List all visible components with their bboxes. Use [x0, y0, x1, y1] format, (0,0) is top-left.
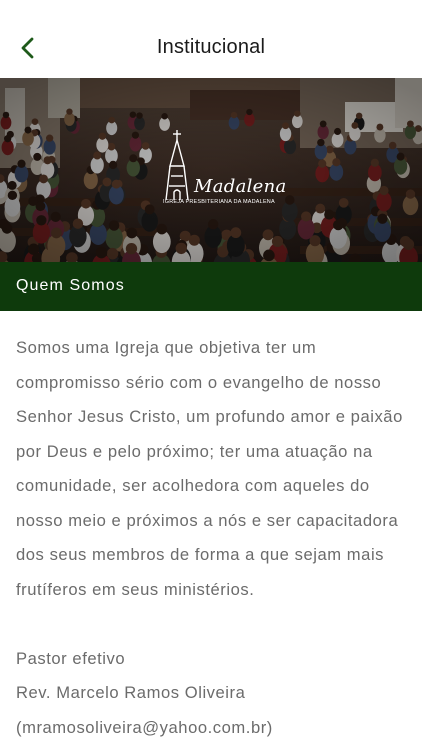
page-title: Institucional: [156, 36, 266, 58]
pastor-name: Rev. Marcelo Ramos Oliveira: [16, 683, 246, 702]
about-description: Somos uma Igreja que objetiva ter um com…: [16, 338, 403, 599]
church-banner-image: Madalena IGREJA PRESBITERIANA DA MADALEN…: [0, 78, 422, 262]
pastor-email[interactable]: (mramosoliveira@yahoo.com.br): [16, 711, 411, 746]
section-title: Quem Somos: [16, 277, 125, 294]
logo-wordmark: Madalena: [194, 176, 287, 197]
pastor-label: Pastor efetivo: [16, 648, 126, 668]
church-logo: Madalena IGREJA PRESBITERIANA DA MADALEN…: [160, 130, 286, 208]
steeple-icon: [165, 130, 189, 201]
app-header: Institucional: [0, 0, 422, 78]
section-header: Quem Somos: [0, 262, 422, 311]
logo-subtitle: IGREJA PRESBITERIANA DA MADALENA: [163, 199, 275, 205]
screen: Institucional Madalena IGREJA PRESBITERI…: [0, 0, 422, 750]
about-content: Somos uma Igreja que objetiva ter um com…: [16, 331, 411, 745]
